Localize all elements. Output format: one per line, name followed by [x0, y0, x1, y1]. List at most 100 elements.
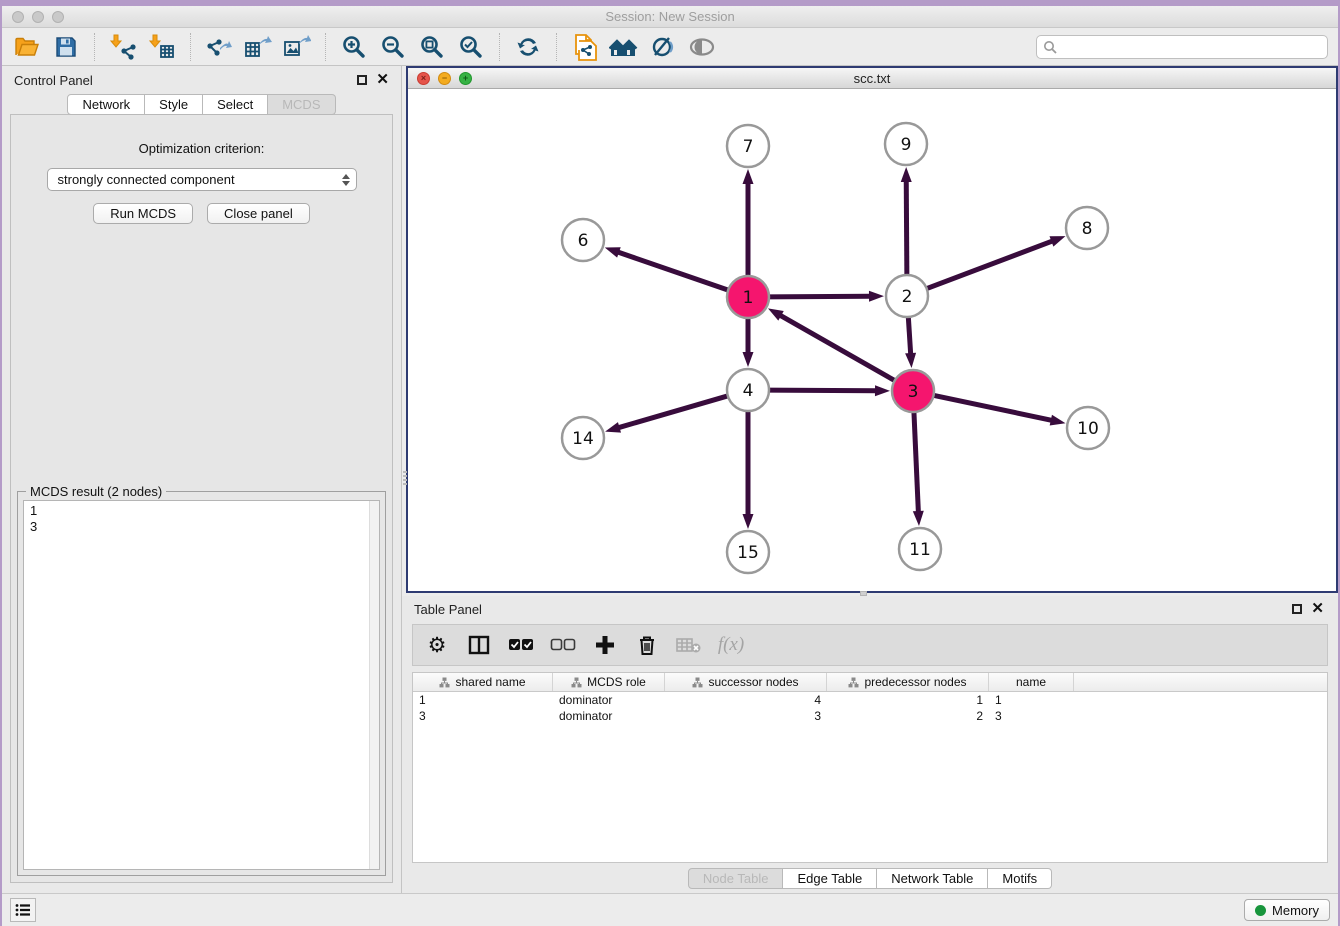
apply-layout-icon[interactable] [513, 33, 543, 61]
task-history-button[interactable] [10, 898, 36, 922]
list-icon [15, 903, 31, 917]
optimization-criterion-label: Optimization criterion: [11, 141, 392, 156]
column-header-successor-nodes[interactable]: successor nodes [665, 673, 827, 691]
sort-icon [439, 677, 450, 688]
node-table: shared name MCDS role successor nodes pr… [412, 672, 1328, 863]
window-title: Session: New Session [2, 9, 1338, 24]
tab-mcds[interactable]: MCDS [268, 94, 335, 115]
cell-successor-nodes[interactable]: 4 [665, 692, 827, 708]
deselect-all-icon[interactable] [549, 631, 577, 659]
tab-network-table[interactable]: Network Table [877, 868, 988, 889]
tab-node-table[interactable]: Node Table [688, 868, 784, 889]
table-panel-title: Table Panel [414, 602, 482, 617]
mcds-result-item: 1 [30, 503, 379, 519]
tab-style[interactable]: Style [145, 94, 203, 115]
save-session-icon[interactable] [51, 33, 81, 61]
export-table-icon[interactable] [243, 33, 273, 61]
add-column-icon[interactable] [591, 631, 619, 659]
graph-node-label: 15 [737, 543, 759, 563]
function-builder-icon[interactable]: f(x) [717, 631, 745, 659]
sort-icon [571, 677, 582, 688]
toolbar-separator [556, 33, 557, 61]
control-panel-title: Control Panel [14, 73, 93, 88]
table-row[interactable]: 1 dominator 4 1 1 [413, 692, 1327, 708]
control-panel-float-icon[interactable] [357, 75, 367, 85]
network-window-titlebar[interactable]: × − + scc.txt [408, 68, 1336, 89]
sort-icon [848, 677, 859, 688]
toolbar-separator [499, 33, 500, 61]
zoom-selected-icon[interactable] [456, 33, 486, 61]
search-box[interactable] [1036, 35, 1328, 59]
cell-name[interactable]: 3 [989, 708, 1074, 724]
zoom-fit-icon[interactable] [417, 33, 447, 61]
cell-predecessor-nodes[interactable]: 1 [827, 692, 989, 708]
close-panel-button[interactable]: Close panel [207, 203, 310, 224]
tab-motifs[interactable]: Motifs [988, 868, 1052, 889]
delete-table-icon[interactable] [675, 631, 703, 659]
node-table-header: shared name MCDS role successor nodes pr… [413, 673, 1327, 692]
column-label: successor nodes [708, 675, 798, 689]
graph-edge-arrow [743, 514, 754, 529]
memory-label: Memory [1272, 903, 1319, 918]
graph-node-label: 1 [743, 288, 754, 308]
tab-select[interactable]: Select [203, 94, 268, 115]
cell-shared-name[interactable]: 3 [413, 708, 553, 724]
cell-name[interactable]: 1 [989, 692, 1074, 708]
optimization-criterion-select[interactable]: strongly connected component [47, 168, 357, 191]
select-all-icon[interactable] [507, 631, 535, 659]
graph-edge-arrow [869, 291, 884, 302]
column-header-mcds-role[interactable]: MCDS role [553, 673, 665, 691]
new-network-icon[interactable] [570, 33, 600, 61]
table-options-icon[interactable]: ⚙ [423, 631, 451, 659]
zoom-out-icon[interactable] [378, 33, 408, 61]
show-panel-eye-icon[interactable] [687, 33, 717, 61]
delete-column-icon[interactable] [633, 631, 661, 659]
graph-node-label: 9 [901, 135, 912, 155]
graph-node-label: 6 [578, 231, 589, 251]
export-image-icon[interactable] [282, 33, 312, 61]
memory-button[interactable]: Memory [1244, 899, 1330, 921]
mcds-result-list[interactable]: 1 3 [23, 500, 380, 870]
scrollbar-track[interactable] [369, 501, 379, 869]
select-stepper-icon [342, 174, 350, 186]
cell-shared-name[interactable]: 1 [413, 692, 553, 708]
control-panel-tabs: Network Style Select MCDS [2, 94, 401, 115]
import-network-icon[interactable] [108, 33, 138, 61]
run-mcds-button[interactable]: Run MCDS [93, 203, 193, 224]
cell-successor-nodes[interactable]: 3 [665, 708, 827, 724]
tab-edge-table[interactable]: Edge Table [783, 868, 877, 889]
hide-details-icon[interactable] [648, 33, 678, 61]
graph-edge-arrow [605, 247, 621, 257]
column-visibility-icon[interactable] [465, 631, 493, 659]
table-row[interactable]: 3 dominator 3 2 3 [413, 708, 1327, 724]
cell-mcds-role[interactable]: dominator [553, 692, 665, 708]
graph-edge-arrow [743, 352, 754, 367]
control-panel-close-icon[interactable]: ✕ [376, 75, 389, 85]
graph-edge-arrow [1050, 415, 1066, 426]
search-input[interactable] [1061, 39, 1321, 54]
cell-mcds-role[interactable]: dominator [553, 708, 665, 724]
mcds-result-box: MCDS result (2 nodes) 1 3 [17, 491, 386, 876]
tab-network[interactable]: Network [67, 94, 145, 115]
table-panel-tabs: Node Table Edge Table Network Table Moti… [402, 863, 1338, 893]
import-table-icon[interactable] [147, 33, 177, 61]
graph-edge-arrow [605, 422, 621, 433]
graph-edge-arrow [901, 167, 912, 182]
table-panel-close-icon[interactable]: ✕ [1311, 604, 1324, 614]
table-panel-float-icon[interactable] [1292, 604, 1302, 614]
first-neighbors-icon[interactable] [609, 33, 639, 61]
column-header-name[interactable]: name [989, 673, 1074, 691]
column-header-shared-name[interactable]: shared name [413, 673, 553, 691]
zoom-in-icon[interactable] [339, 33, 369, 61]
mcds-result-title: MCDS result (2 nodes) [26, 484, 166, 499]
export-network-icon[interactable] [204, 33, 234, 61]
search-icon [1043, 40, 1057, 54]
network-canvas[interactable]: 7968124314101511 [408, 89, 1336, 591]
toolbar-separator [325, 33, 326, 61]
network-graph: 7968124314101511 [408, 89, 1336, 589]
column-header-predecessor-nodes[interactable]: predecessor nodes [827, 673, 989, 691]
cell-predecessor-nodes[interactable]: 2 [827, 708, 989, 724]
open-file-icon[interactable] [12, 33, 42, 61]
optimization-criterion-value: strongly connected component [58, 172, 342, 187]
vertical-splitter-handle[interactable] [403, 471, 407, 485]
